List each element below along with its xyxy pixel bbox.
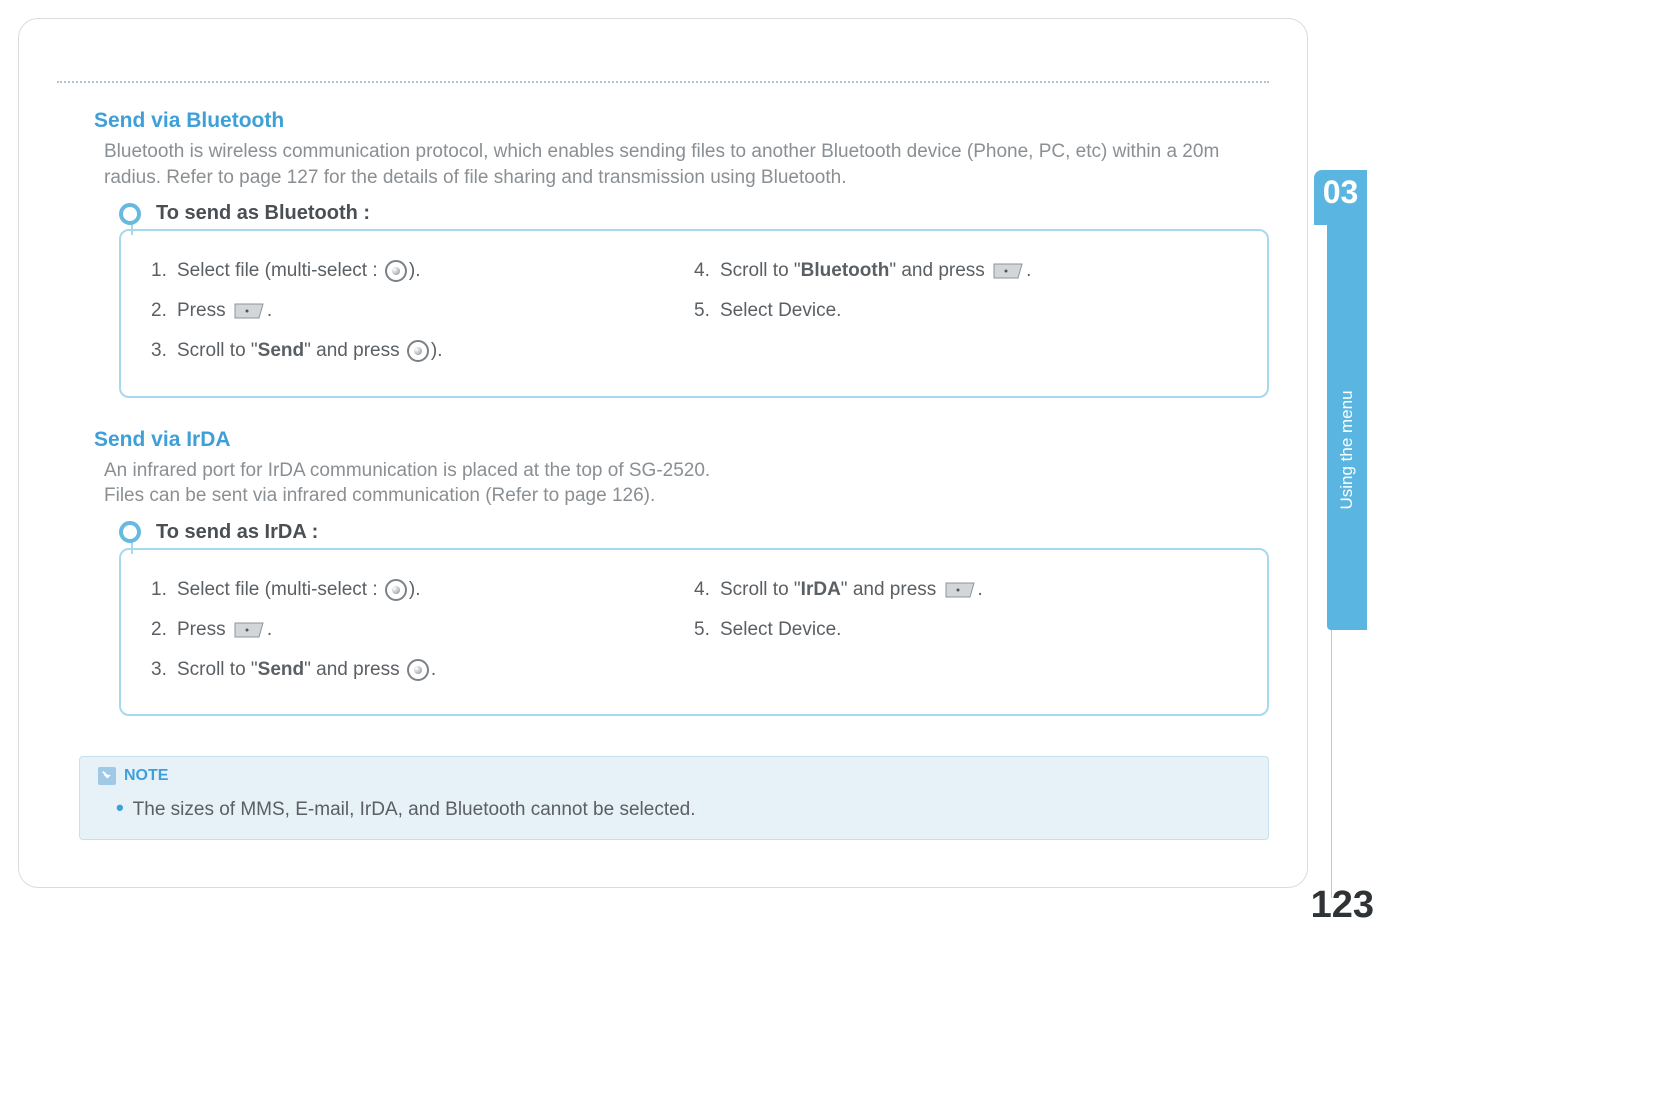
step1-pre: Select file (multi-select : (177, 260, 383, 281)
steps-right-col: 4. Scroll to "Bluetooth" and press . 5. … (694, 253, 1237, 373)
ok-button-icon (407, 340, 429, 362)
step3-mid: " and press (304, 340, 405, 361)
step3-bold: Send (258, 340, 304, 361)
step-2: 2. Press . (151, 612, 694, 648)
section1-callout: To send as Bluetooth : 1. Select file (m… (119, 202, 1269, 397)
step-2: 2. Press . (151, 293, 694, 329)
step4-mid: " and press (889, 260, 990, 281)
ok-button-icon (407, 659, 429, 681)
step2-pre: Press (177, 619, 231, 640)
step-1: 1. Select file (multi-select : ). (151, 572, 694, 608)
ok-button-icon (385, 260, 407, 282)
callout1-title: To send as Bluetooth : (156, 202, 370, 225)
page-frame: Send via Bluetooth Bluetooth is wireless… (18, 18, 1308, 888)
note-header: NOTE (98, 767, 1250, 785)
step4-post: . (978, 579, 983, 600)
side-tab: 03 Using the menu (1297, 170, 1367, 630)
callout1-box: 1. Select file (multi-select : ). 2. Pre… (119, 229, 1269, 397)
step4-bold: IrDA (801, 579, 841, 600)
step3-bold: Send (258, 659, 304, 680)
note-bullet-icon: • (116, 795, 124, 820)
step3-mid: " and press (304, 659, 405, 680)
step3-post: ). (431, 340, 443, 361)
section1-title: Send via Bluetooth (94, 109, 1269, 133)
side-label-bar: Using the menu (1327, 225, 1367, 630)
side-label: Using the menu (1337, 370, 1357, 530)
step-1: 1. Select file (multi-select : ). (151, 253, 694, 289)
step4-pre: Scroll to " (720, 579, 801, 600)
softkey-icon (233, 302, 265, 320)
page-edge-line (1331, 630, 1332, 898)
step-3: 3. Scroll to "Send" and press ). (151, 333, 694, 369)
softkey-icon (992, 262, 1024, 280)
section2-title: Send via IrDA (94, 428, 1269, 452)
step-5: 5. Select Device. (694, 612, 1237, 648)
step-4: 4. Scroll to "Bluetooth" and press . (694, 253, 1237, 289)
section2-callout: To send as IrDA : 1. Select file (multi-… (119, 521, 1269, 716)
bullet-ring-icon (119, 203, 141, 225)
note-label: NOTE (124, 767, 168, 785)
step4-pre: Scroll to " (720, 260, 801, 281)
step-5: 5. Select Device. (694, 293, 1237, 329)
step4-mid: " and press (841, 579, 942, 600)
step4-post: . (1026, 260, 1031, 281)
softkey-icon (944, 581, 976, 599)
ok-button-icon (385, 579, 407, 601)
note-box: NOTE • The sizes of MMS, E-mail, IrDA, a… (79, 756, 1269, 840)
step2-pre: Press (177, 300, 231, 321)
callout-header: To send as IrDA : (119, 521, 1269, 544)
note-body: • The sizes of MMS, E-mail, IrDA, and Bl… (116, 795, 1250, 821)
content-area: Send via Bluetooth Bluetooth is wireless… (79, 99, 1269, 840)
steps-left-col: 1. Select file (multi-select : ). 2. Pre… (151, 572, 694, 692)
softkey-icon (233, 621, 265, 639)
section1-body: Bluetooth is wireless communication prot… (104, 139, 1269, 190)
step1-pre: Select file (multi-select : (177, 579, 383, 600)
step5-text: Select Device. (720, 300, 841, 321)
section2-body: An infrared port for IrDA communication … (104, 458, 1269, 509)
note-arrow-icon (98, 767, 116, 785)
section2-line1: An infrared port for IrDA communication … (104, 460, 710, 481)
steps-right-col: 4. Scroll to "IrDA" and press . 5. Selec… (694, 572, 1237, 692)
step-3: 3. Scroll to "Send" and press . (151, 652, 694, 688)
step5-text: Select Device. (720, 619, 841, 640)
bullet-ring-icon (119, 521, 141, 543)
step3-pre: Scroll to " (177, 659, 258, 680)
step1-post: ). (409, 579, 421, 600)
step3-pre: Scroll to " (177, 340, 258, 361)
step4-bold: Bluetooth (801, 260, 890, 281)
section2-line2: Files can be sent via infrared communica… (104, 485, 655, 506)
chapter-number: 03 (1314, 170, 1367, 225)
step2-post: . (267, 619, 272, 640)
steps-left-col: 1. Select file (multi-select : ). 2. Pre… (151, 253, 694, 373)
step2-post: . (267, 300, 272, 321)
step1-post: ). (409, 260, 421, 281)
header-divider (57, 81, 1269, 83)
callout2-box: 1. Select file (multi-select : ). 2. Pre… (119, 548, 1269, 716)
step-4: 4. Scroll to "IrDA" and press . (694, 572, 1237, 608)
callout2-title: To send as IrDA : (156, 521, 318, 544)
step3-post: . (431, 659, 436, 680)
page-number: 123 (1311, 884, 1374, 927)
callout-header: To send as Bluetooth : (119, 202, 1269, 225)
note-text: The sizes of MMS, E-mail, IrDA, and Blue… (133, 799, 696, 820)
